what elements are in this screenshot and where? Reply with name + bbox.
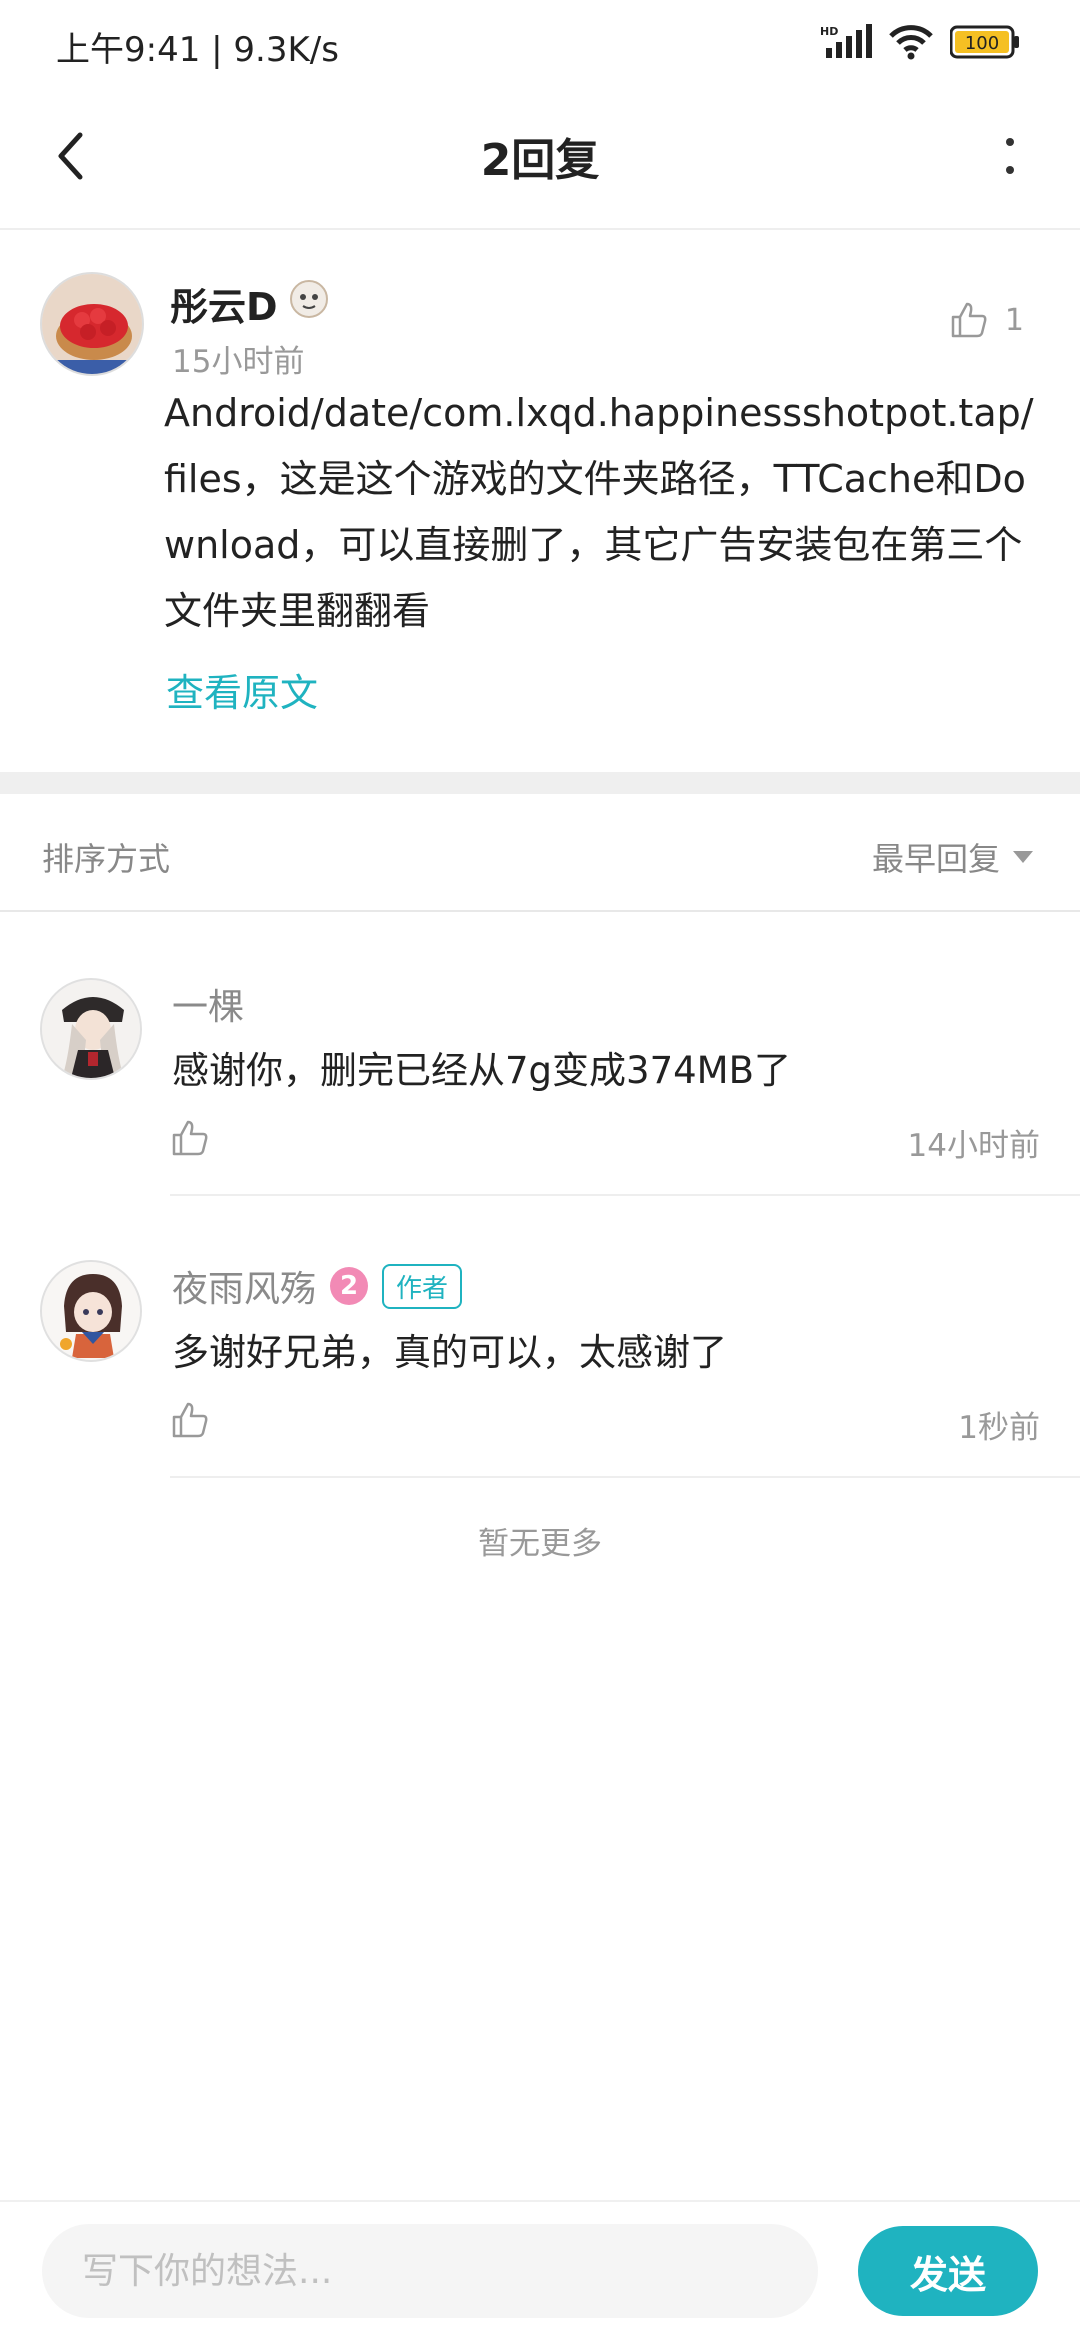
divider (170, 1476, 1080, 1478)
comment-time: 15小时前 (172, 344, 305, 380)
status-icons: HD 100 (820, 24, 1020, 60)
page-title: 2回复 (480, 135, 600, 186)
sort-selected: 最早回复 (871, 840, 1000, 878)
author-name: 一棵 (172, 987, 245, 1028)
no-more-text: 暂无更多 (478, 1526, 602, 1562)
reply-author[interactable]: 夜雨风殇 2 作者 (172, 1260, 463, 1312)
author-tag: 作者 (382, 1263, 463, 1309)
reply-text: 多谢好兄弟，真的可以，太感谢了 (172, 1331, 727, 1374)
status-time: 上午9:41 | 9.3K/s (56, 30, 339, 70)
svg-text:HD: HD (820, 25, 838, 38)
reply-time: 1秒前 (958, 1410, 1040, 1446)
author-badge-icon (288, 278, 330, 329)
thumbs-up-icon (172, 1402, 208, 1438)
thumbs-up-icon (951, 302, 987, 338)
caret-down-icon (1013, 851, 1033, 863)
thumbs-up-icon (172, 1120, 208, 1156)
top-app-bar: 2回复 (0, 90, 1080, 230)
battery-icon: 100 (950, 25, 1020, 59)
view-original-link[interactable]: 查看原文 (166, 662, 318, 717)
comment-author[interactable]: 彤云D (170, 276, 330, 331)
bottom-input-bar: 发送 (0, 2200, 1080, 2340)
avatar[interactable] (40, 978, 142, 1080)
sort-label: 排序方式 (42, 840, 171, 878)
send-button[interactable]: 发送 (858, 2226, 1038, 2316)
avatar[interactable] (40, 272, 144, 376)
like-button[interactable] (170, 1118, 210, 1162)
author-name: 夜雨风殇 (172, 1269, 317, 1310)
svg-text:100: 100 (965, 33, 999, 54)
like-button[interactable]: 1 (949, 300, 1024, 340)
sort-row: 排序方式 最早回复 (0, 794, 1080, 912)
like-button[interactable] (170, 1400, 210, 1444)
reply-time: 14小时前 (907, 1128, 1040, 1164)
level-badge: 2 (330, 1267, 369, 1305)
sort-dropdown[interactable]: 最早回复 (872, 834, 1034, 880)
wifi-icon (888, 24, 934, 60)
reply-author[interactable]: 一棵 (172, 978, 244, 1030)
like-count: 1 (1004, 302, 1024, 338)
reply-input[interactable] (42, 2224, 818, 2318)
signal-icon: HD (820, 24, 872, 60)
author-name: 彤云D (170, 285, 278, 329)
more-button[interactable] (980, 126, 1040, 186)
reply-item: 夜雨风殇 2 作者 多谢好兄弟，真的可以，太感谢了 1秒前 (0, 1260, 1080, 1480)
main-comment: 彤云D 15小时前 1 Android/date/com.lxqd.happin… (0, 232, 1080, 772)
reply-text: 感谢你，删完已经从7g变成374MB了 (172, 1049, 791, 1092)
status-bar: 上午9:41 | 9.3K/s HD 100 (0, 0, 1080, 90)
divider (170, 1194, 1080, 1196)
avatar[interactable] (40, 1260, 142, 1362)
comment-text: Android/date/com.lxqd.happinessshotpot.t… (164, 391, 1034, 633)
more-vertical-icon (1006, 138, 1014, 174)
section-divider (0, 772, 1080, 794)
reply-item: 一棵 感谢你，删完已经从7g变成374MB了 14小时前 (0, 978, 1080, 1198)
